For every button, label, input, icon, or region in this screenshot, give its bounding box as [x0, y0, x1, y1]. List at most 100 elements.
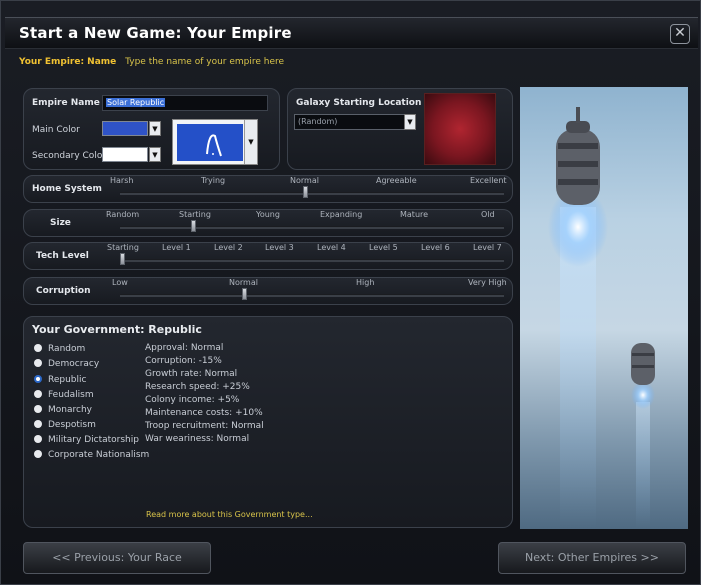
tick-label: Level 5 — [369, 243, 398, 252]
slider-track[interactable] — [120, 259, 504, 262]
option-label: Democracy — [48, 359, 100, 369]
secondary-color-dropdown[interactable]: ▼ — [149, 147, 161, 162]
government-stat: Maintenance costs: +10% — [145, 408, 263, 418]
slider-track[interactable] — [120, 226, 504, 229]
tick-label: Very High — [468, 278, 507, 287]
tick-label: Level 3 — [265, 243, 294, 252]
government-option-democracy[interactable]: Democracy — [34, 359, 99, 369]
tick-label: Trying — [201, 176, 226, 185]
government-option-monarchy[interactable]: Monarchy — [34, 405, 92, 415]
empire-name-label: Empire Name — [32, 98, 100, 108]
tick-label: Old — [481, 210, 495, 219]
tech-level-slider: Tech Level Starting Level 1 Level 2 Leve… — [23, 242, 513, 270]
tick-label: Starting — [179, 210, 211, 219]
tick-label: Level 6 — [421, 243, 450, 252]
close-button[interactable]: ✕ — [670, 24, 690, 44]
tick-label: Young — [256, 210, 280, 219]
chevron-down-icon: ▼ — [152, 151, 158, 159]
option-label: Monarchy — [48, 405, 92, 415]
government-stat: War weariness: Normal — [145, 434, 250, 444]
option-label: Despotism — [48, 420, 96, 430]
radio-icon — [34, 420, 42, 428]
government-option-republic[interactable]: Republic — [34, 375, 86, 385]
main-color-swatch[interactable] — [102, 121, 148, 136]
emblem-icon — [206, 134, 222, 157]
option-label: Military Dictatorship — [48, 435, 139, 445]
galaxy-location-dropdown[interactable]: ▼ — [404, 114, 416, 130]
title-bar: Start a New Game: Your Empire ✕ — [5, 17, 698, 49]
empire-panel: Empire Name Solar Republic Main Color ▼ … — [23, 88, 280, 170]
slider-track[interactable] — [120, 192, 504, 195]
galaxy-preview-image — [424, 93, 496, 165]
option-label: Random — [48, 344, 86, 354]
option-label: Republic — [48, 375, 87, 385]
tick-label: Normal — [229, 278, 258, 287]
galaxy-location-label: Galaxy Starting Location — [296, 98, 422, 108]
government-stat: Troop recruitment: Normal — [145, 421, 264, 431]
government-stat: Growth rate: Normal — [145, 369, 238, 379]
empire-name-value: Solar Republic — [106, 98, 166, 107]
hint-text: Type the name of your empire here — [125, 57, 285, 67]
slider-track[interactable] — [120, 294, 504, 297]
empire-emblem — [177, 124, 243, 161]
radio-selected-icon — [34, 375, 42, 383]
government-option-feudalism[interactable]: Feudalism — [34, 390, 94, 400]
slider-thumb[interactable] — [191, 220, 196, 232]
galaxy-location-select[interactable]: (Random) ▼ — [294, 114, 416, 130]
main-color-dropdown[interactable]: ▼ — [149, 121, 161, 136]
chevron-down-icon: ▼ — [152, 125, 158, 133]
new-game-window: Start a New Game: Your Empire ✕ Your Emp… — [0, 0, 701, 585]
government-stat: Approval: Normal — [145, 343, 224, 353]
empire-emblem-picker[interactable]: ▼ — [172, 119, 258, 165]
home-system-slider: Home System Harsh Trying Normal Agreeabl… — [23, 175, 513, 203]
government-panel: Your Government: Republic Random Democra… — [23, 316, 513, 528]
tick-label: Expanding — [320, 210, 363, 219]
previous-button[interactable]: << Previous: Your Race — [23, 542, 211, 574]
tick-label: Random — [106, 210, 140, 219]
hint-label: Your Empire: Name — [19, 57, 117, 67]
slider-thumb[interactable] — [120, 253, 125, 265]
chevron-down-icon: ▼ — [407, 118, 413, 126]
emblem-dropdown[interactable]: ▼ — [244, 120, 257, 164]
option-label: Corporate Nationalism — [48, 450, 150, 460]
tick-label: Harsh — [110, 176, 134, 185]
government-option-random[interactable]: Random — [34, 344, 85, 354]
galaxy-panel: Galaxy Starting Location (Random) ▼ — [287, 88, 513, 170]
corruption-slider: Corruption Low Normal High Very High — [23, 277, 513, 305]
slider-thumb[interactable] — [242, 288, 247, 300]
slider-thumb[interactable] — [303, 186, 308, 198]
close-icon: ✕ — [674, 25, 686, 41]
slider-title: Size — [50, 218, 71, 228]
next-button[interactable]: Next: Other Empires >> — [498, 542, 686, 574]
government-option-military-dictatorship[interactable]: Military Dictatorship — [34, 435, 139, 445]
window-title: Start a New Game: Your Empire — [19, 24, 292, 42]
government-stat: Corruption: -15% — [145, 356, 222, 366]
size-slider: Size Random Starting Young Expanding Mat… — [23, 209, 513, 237]
tick-label: Level 7 — [473, 243, 502, 252]
tick-label: Level 4 — [317, 243, 346, 252]
tick-label: Mature — [400, 210, 429, 219]
tick-label: Level 2 — [214, 243, 243, 252]
government-stat: Research speed: +25% — [145, 382, 250, 392]
radio-icon — [34, 344, 42, 352]
option-label: Feudalism — [48, 390, 94, 400]
tick-label: Low — [112, 278, 128, 287]
government-stat: Colony income: +5% — [145, 395, 240, 405]
tick-label: Normal — [290, 176, 319, 185]
empire-name-input[interactable]: Solar Republic — [102, 95, 268, 111]
tick-label: Excellent — [470, 176, 507, 185]
radio-icon — [34, 435, 42, 443]
slider-title: Home System — [32, 184, 102, 194]
secondary-color-label: Secondary Color — [32, 151, 107, 161]
slider-title: Corruption — [36, 286, 91, 296]
tick-label: High — [356, 278, 375, 287]
government-option-despotism[interactable]: Despotism — [34, 420, 96, 430]
secondary-color-swatch[interactable] — [102, 147, 148, 162]
tick-label: Level 1 — [162, 243, 191, 252]
chevron-down-icon: ▼ — [248, 138, 254, 146]
radio-icon — [34, 450, 42, 458]
government-read-more-link[interactable]: Read more about this Government type... — [146, 510, 313, 519]
tick-label: Agreeable — [376, 176, 417, 185]
government-option-corporate-nationalism[interactable]: Corporate Nationalism — [34, 450, 149, 460]
slider-title: Tech Level — [36, 251, 89, 261]
